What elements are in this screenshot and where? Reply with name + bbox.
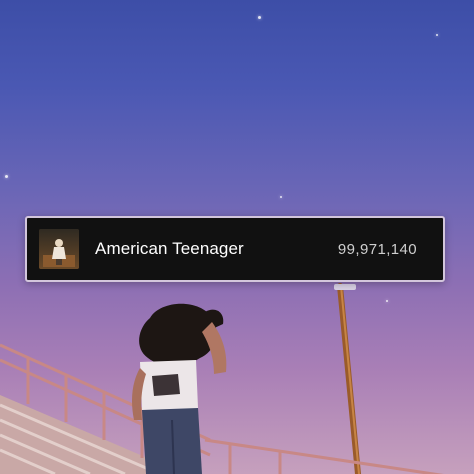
star-icon: [280, 196, 282, 198]
track-title: American Teenager: [95, 239, 244, 258]
light-pole: [334, 283, 361, 474]
album-art-image: [39, 229, 79, 269]
play-count: 99,971,140: [337, 240, 417, 258]
background-photo-stage: American Teenager 99,971,140: [0, 0, 474, 474]
star-icon: [5, 175, 8, 178]
star-icon: [258, 16, 261, 19]
album-art-icon: [39, 229, 79, 269]
track-card[interactable]: American Teenager 99,971,140: [25, 216, 445, 282]
star-icon: [386, 300, 388, 302]
person-silhouette: [132, 303, 227, 474]
star-icon: [436, 34, 438, 36]
